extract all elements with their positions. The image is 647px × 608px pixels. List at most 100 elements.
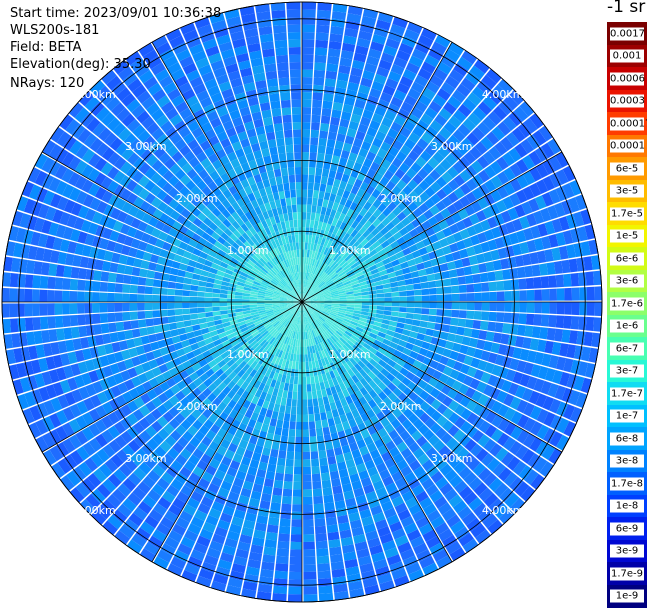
range-bin [406, 313, 414, 319]
range-bin [315, 47, 327, 55]
range-bin [411, 325, 420, 332]
range-bin [303, 467, 311, 475]
range-bin [109, 262, 118, 272]
range-bin [185, 272, 194, 279]
range-bin [362, 295, 370, 299]
range-bin [295, 452, 302, 460]
range-bin [289, 182, 295, 190]
range-bin [2, 288, 10, 302]
range-bin [594, 302, 602, 316]
range-bin [302, 10, 316, 18]
range-bin [502, 323, 511, 334]
colorbar-segment: 3e-5 [607, 180, 647, 203]
range-bin [183, 284, 191, 290]
range-bin [302, 339, 304, 347]
range-bin [311, 451, 319, 459]
range-bin [392, 297, 400, 302]
range-bin [517, 267, 526, 278]
range-bin [92, 314, 100, 324]
range-bin [298, 227, 302, 235]
range-bin [292, 205, 297, 213]
range-bin [294, 145, 301, 153]
ring-label: 5.00km [533, 36, 575, 49]
range-bin [270, 418, 277, 427]
range-bin [270, 502, 281, 511]
range-bin [287, 10, 301, 18]
ring-label: 4.00km [482, 504, 524, 517]
ring-label: 2.00km [380, 192, 422, 205]
range-bin [279, 191, 285, 199]
range-bin [283, 481, 292, 489]
range-bin [302, 175, 308, 183]
range-bin [274, 123, 283, 132]
range-bin [465, 275, 473, 284]
range-bin [320, 183, 327, 191]
range-bin [220, 302, 228, 306]
range-bin [519, 302, 527, 313]
range-bin [398, 312, 406, 318]
range-bin [62, 291, 70, 302]
range-bin [320, 465, 329, 473]
range-bin [311, 459, 319, 467]
range-bin [328, 539, 340, 548]
range-bin [418, 269, 427, 276]
range-bin [250, 302, 258, 305]
range-bin [323, 93, 334, 102]
colorbar-segment: 1e-8 [607, 495, 647, 518]
range-bin [71, 267, 80, 279]
range-bin [302, 77, 313, 85]
range-bin [278, 450, 286, 458]
range-bin [303, 542, 315, 550]
range-bin [289, 572, 302, 580]
range-bin [563, 274, 571, 287]
range-bin [235, 295, 243, 299]
range-bin [275, 427, 282, 435]
range-bin [271, 495, 281, 504]
range-bin [265, 539, 277, 548]
range-bin [107, 293, 115, 302]
range-bin [25, 303, 33, 316]
colorbar-segment: 0.0003 [607, 90, 647, 113]
range-bin [502, 269, 511, 280]
range-bin [10, 273, 19, 287]
range-bin [295, 235, 299, 243]
range-bin [313, 488, 323, 496]
range-bin [292, 497, 302, 505]
range-bin [299, 250, 302, 258]
range-bin [48, 263, 57, 276]
range-bin [533, 277, 541, 289]
range-bin [235, 302, 243, 305]
range-bin [305, 235, 309, 243]
range-bin [303, 459, 311, 467]
range-bin [205, 307, 213, 312]
range-bin [273, 25, 286, 34]
range-bin [138, 319, 146, 328]
range-bin [451, 310, 459, 318]
range-bin [412, 320, 420, 327]
range-bin [275, 47, 287, 55]
range-bin [117, 331, 126, 341]
range-bin [280, 92, 290, 100]
range-bin [311, 212, 316, 220]
range-bin [17, 274, 25, 288]
range-bin [412, 277, 420, 284]
range-bin [242, 299, 250, 302]
range-bin [287, 205, 292, 213]
range-bin [496, 312, 504, 322]
range-bin [329, 124, 339, 133]
range-bin [77, 291, 85, 302]
range-bin [369, 298, 377, 302]
range-bin [299, 354, 302, 362]
range-bin [277, 541, 289, 549]
range-bin [130, 294, 138, 302]
range-bin [306, 220, 310, 228]
range-bin [310, 220, 315, 228]
range-bin [71, 327, 80, 339]
range-bin [100, 282, 108, 292]
range-bin [63, 266, 72, 278]
range-bin [481, 282, 489, 291]
range-bin [376, 289, 384, 294]
range-bin [579, 302, 587, 315]
range-bin [289, 579, 302, 587]
range-bin [147, 326, 156, 335]
